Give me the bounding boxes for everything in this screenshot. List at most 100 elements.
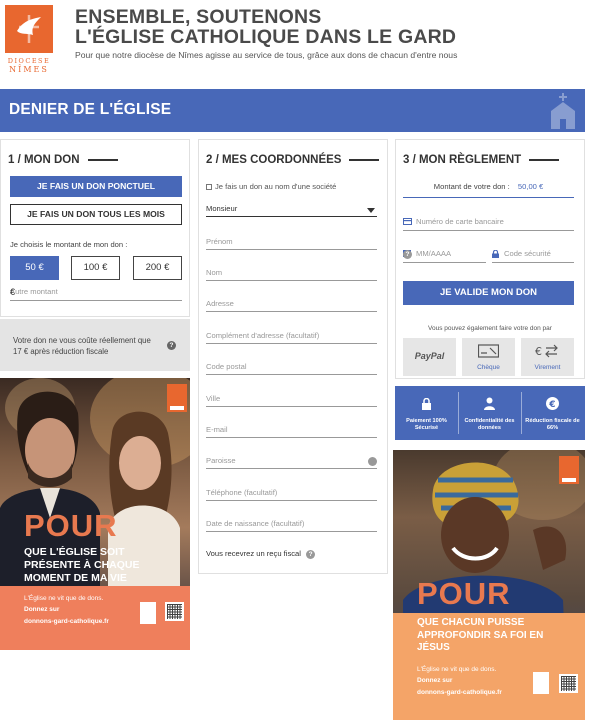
trust-privacy: Confidentialité des données <box>458 386 521 440</box>
other-amount-input[interactable]: Autre montant € <box>10 285 182 301</box>
expiry-help-icon[interactable]: ? <box>403 250 412 259</box>
cvv-field[interactable]: Code sécurité <box>492 247 574 263</box>
receipt-note: Vous recevrez un reçu fiscal ? <box>206 549 316 559</box>
trust-privacy-text: Confidentialité des données <box>464 418 515 431</box>
cheque-button[interactable]: Chèque <box>462 338 515 376</box>
diocese-logo[interactable]: DIOCESE NÎMES <box>5 5 53 74</box>
monthly-donation-button[interactable]: JE FAIS UN DON TOUS LES MOIS <box>10 204 182 225</box>
expiry-field[interactable]: MM/AAAA ? <box>403 247 486 263</box>
amount-50-button[interactable]: 50 € <box>10 256 59 280</box>
euro-icon: € <box>546 397 559 410</box>
poster1-cta2: Donnez sur <box>24 606 60 613</box>
step1-title: 1 / MON DON <box>8 154 118 166</box>
trust-tax: € Réduction fiscale de 66% <box>521 386 584 440</box>
title-line-2: L'ÉGLISE CATHOLIQUE DANS LE GARD <box>75 26 457 48</box>
card-number-field[interactable]: Numéro de carte bancaire <box>403 215 574 231</box>
postal-code-field[interactable]: Code postal <box>206 361 377 375</box>
card-icon <box>403 218 412 225</box>
title-line-1: ENSEMBLE, SOUTENONS <box>75 6 322 28</box>
firstname-field[interactable]: Prénom <box>206 236 377 250</box>
poster-logo <box>167 384 187 412</box>
step3-title: 3 / MON RÈGLEMENT <box>403 154 560 166</box>
campaign-poster-1: POUR QUE L'ÉGLISE SOIT PRÉSENTE À CHAQUE… <box>0 378 190 650</box>
transfer-button[interactable]: € Virement <box>521 338 574 376</box>
receipt-text: Vous recevrez un reçu fiscal <box>206 549 301 558</box>
parish-field[interactable]: Paroisse ? <box>206 455 377 469</box>
lock-icon <box>422 398 431 410</box>
amount-summary-value: 50,00 € <box>517 182 544 191</box>
address-field[interactable]: Adresse <box>206 298 377 312</box>
step-donation: 1 / MON DON JE FAIS UN DON PONCTUEL JE F… <box>0 139 190 317</box>
city-field[interactable]: Ville <box>206 393 377 407</box>
address-complement-field[interactable]: Complément d'adresse (facultatif) <box>206 330 377 344</box>
page-subtitle: Pour que notre diocèse de Nîmes agisse a… <box>75 50 458 60</box>
email-field[interactable]: E-mail <box>206 424 377 438</box>
checkbox-icon[interactable] <box>206 184 212 190</box>
church-icon <box>551 93 575 129</box>
page-title: ENSEMBLE, SOUTENONS L'ÉGLISE CATHOLIQUE … <box>75 7 575 47</box>
poster1-cta3[interactable]: donnons-gard-catholique.fr <box>24 618 109 625</box>
one-time-donation-button[interactable]: JE FAIS UN DON PONCTUEL <box>10 176 182 197</box>
birthdate-field[interactable]: Date de naissance (facultatif) <box>206 518 377 532</box>
poster1-pour: POUR <box>24 508 118 544</box>
trust-secure-text: Paiement 100% Sécurisé <box>406 418 447 431</box>
user-icon <box>484 397 495 410</box>
step-payment: 3 / MON RÈGLEMENT Montant de votre don :… <box>395 139 585 379</box>
parish-help-icon[interactable]: ? <box>368 457 377 466</box>
company-checkbox-row[interactable]: Je fais un don au nom d'une société <box>206 182 336 191</box>
poster1-text: QUE L'ÉGLISE SOIT PRÉSENTE À CHAQUE MOME… <box>24 546 140 584</box>
trust-secure: Paiement 100% Sécurisé <box>395 386 458 440</box>
logo-text-nimes: NÎMES <box>9 65 49 74</box>
lock-icon <box>492 250 499 258</box>
cheque-label: Chèque <box>477 364 500 371</box>
tax-info-box: Votre don ne vous coûte réellement que 1… <box>0 319 190 371</box>
page-header: ENSEMBLE, SOUTENONS L'ÉGLISE CATHOLIQUE … <box>75 7 575 60</box>
transfer-label: Virement <box>534 364 561 371</box>
chevron-down-icon <box>367 208 375 213</box>
poster2-qr-code <box>559 674 578 693</box>
amount-100-button[interactable]: 100 € <box>71 256 120 280</box>
receipt-help-icon[interactable]: ? <box>306 550 316 559</box>
amount-summary-label: Montant de votre don : <box>433 182 510 191</box>
poster2-pour-text: POUR <box>417 576 511 611</box>
poster2-cta1: L'Église ne vit que de dons. <box>417 666 497 673</box>
trust-tax-text: Réduction fiscale de 66% <box>525 418 580 431</box>
poster2-pour: POUR <box>417 576 511 612</box>
phone-field[interactable]: Téléphone (facultatif) <box>206 487 377 501</box>
trust-band: Paiement 100% Sécurisé Confidentialité d… <box>395 386 585 440</box>
transfer-icon: € <box>535 344 558 358</box>
poster2-church-logo <box>533 672 549 694</box>
cheque-icon <box>478 344 499 358</box>
dove-icon <box>5 5 53 53</box>
donation-page: DIOCESE NÎMES ENSEMBLE, SOUTENONS L'ÉGLI… <box>0 0 589 723</box>
logo-text-diocese: DIOCESE <box>7 57 51 65</box>
step-details: 2 / MES COORDONNÉES Je fais un don au no… <box>198 139 388 574</box>
poster-logo <box>559 456 579 484</box>
currency-symbol: € <box>10 287 16 297</box>
paypal-logo: PayPal <box>414 351 445 361</box>
paypal-button[interactable]: PayPal <box>403 338 456 376</box>
amount-summary: Montant de votre don : 50,00 € <box>403 176 574 198</box>
civility-select[interactable]: Monsieur <box>206 203 377 217</box>
svg-text:€: € <box>535 345 542 358</box>
campaign-poster-2: POUR QUE CHACUN PUISSE APPROFONDIR SA FO… <box>393 450 585 720</box>
poster2-cta3[interactable]: donnons-gard-catholique.fr <box>417 689 502 696</box>
svg-text:€: € <box>548 400 555 410</box>
banner-title: DENIER DE L'ÉGLISE <box>9 101 172 118</box>
poster1-qr-code <box>165 602 184 621</box>
poster1-church-logo <box>140 602 156 624</box>
section-banner: DENIER DE L'ÉGLISE <box>0 89 585 132</box>
poster2-text: QUE CHACUN PUISSE APPROFONDIR SA FOI EN … <box>417 617 544 653</box>
amount-choice-label: Je choisis le montant de mon don : <box>10 240 128 249</box>
company-checkbox-label: Je fais un don au nom d'une société <box>215 182 337 191</box>
poster1-pour-text: POUR <box>24 508 118 543</box>
step2-title: 2 / MES COORDONNÉES <box>206 154 380 166</box>
civility-value: Monsieur <box>206 204 238 213</box>
amount-200-button[interactable]: 200 € <box>133 256 182 280</box>
alt-payment-text: Vous pouvez également faire votre don pa… <box>428 325 552 332</box>
tax-info-text: Votre don ne vous coûte réellement que 1… <box>13 336 151 356</box>
submit-donation-button[interactable]: JE VALIDE MON DON <box>403 281 574 305</box>
lastname-field[interactable]: Nom <box>206 267 377 281</box>
poster2-cta2: Donnez sur <box>417 677 453 684</box>
help-icon[interactable]: ? <box>167 341 176 350</box>
